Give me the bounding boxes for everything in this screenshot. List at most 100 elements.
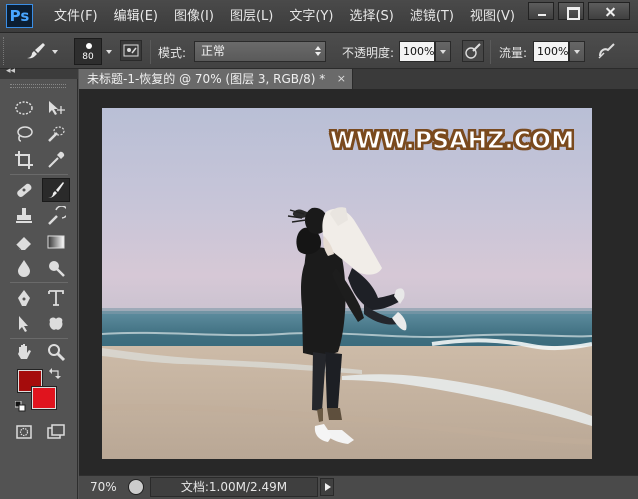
type-tool[interactable] (42, 286, 70, 310)
status-info-icon[interactable] (128, 479, 144, 495)
brush-size-value: 80 (82, 52, 94, 62)
menu-type[interactable]: 文字(Y) (281, 0, 341, 33)
menu-image[interactable]: 图像(I) (166, 0, 222, 33)
eyedropper-tool[interactable] (42, 148, 70, 172)
menu-file[interactable]: 文件(F) (46, 0, 106, 33)
blur-tool[interactable] (10, 256, 38, 280)
close-tab-icon[interactable]: × (337, 69, 346, 89)
menu-view[interactable]: 视图(V) (462, 0, 523, 33)
flow-label: 流量: (499, 46, 528, 60)
crop-tool[interactable] (10, 148, 38, 172)
zoom-level[interactable]: 70% (90, 480, 117, 494)
maximize-button[interactable] (558, 2, 584, 20)
opacity-pressure-button[interactable] (462, 40, 484, 62)
healing-brush-tool[interactable] (10, 178, 38, 202)
window-controls (528, 2, 630, 20)
default-colors-icon[interactable] (15, 401, 26, 412)
path-selection-tool[interactable] (10, 312, 38, 336)
brush-preset-icon[interactable] (24, 42, 46, 60)
eraser-icon (15, 237, 31, 251)
screen-mode-button[interactable] (42, 420, 70, 444)
screen-mode-icon (47, 424, 65, 439)
tools-panel-grip[interactable] (10, 84, 66, 88)
background-color-swatch[interactable] (31, 386, 57, 410)
brush-panel-button[interactable] (120, 40, 142, 61)
gradient-tool[interactable] (42, 230, 70, 254)
path-selection-icon (19, 316, 28, 332)
droplet-icon (18, 260, 30, 277)
bandage-icon (17, 183, 32, 197)
brush-tool[interactable] (42, 178, 70, 202)
move-tool[interactable] (42, 96, 70, 120)
brush-size-dropdown-icon[interactable] (106, 50, 112, 54)
brush-panel-icon (123, 44, 139, 57)
pressure-opacity-icon (465, 43, 481, 59)
stamp-icon (16, 208, 32, 223)
lasso-icon (17, 126, 33, 142)
blend-mode-value: 正常 (201, 44, 226, 58)
type-icon (48, 290, 64, 306)
options-separator (150, 40, 151, 64)
magnifier-icon (48, 344, 66, 362)
pen-tool[interactable] (10, 286, 38, 310)
opacity-dropdown-button[interactable] (435, 41, 451, 62)
menu-edit[interactable]: 编辑(E) (106, 0, 166, 33)
document-info[interactable]: 文档:1.00M/2.49M (150, 477, 318, 497)
updown-arrows-icon (315, 46, 321, 56)
dodge-icon (49, 261, 65, 277)
brush-tip-icon (86, 43, 92, 49)
chevron-down-icon (574, 50, 580, 54)
menu-select[interactable]: 选择(S) (341, 0, 401, 33)
shape-icon (49, 317, 63, 330)
clone-stamp-tool[interactable] (10, 204, 38, 228)
hand-icon (18, 344, 31, 359)
tools-separator (10, 174, 68, 175)
mode-label: 模式: (158, 46, 187, 60)
flow-dropdown-button[interactable] (569, 41, 585, 62)
swap-colors-icon[interactable] (49, 367, 61, 379)
history-brush-icon (48, 206, 66, 225)
history-brush-tool[interactable] (42, 204, 70, 228)
collapse-panel-icon[interactable]: ◂◂ (6, 66, 15, 76)
lasso-tool[interactable] (10, 122, 38, 146)
opacity-input[interactable]: 100% (399, 41, 435, 62)
status-menu-arrow-icon[interactable] (320, 478, 334, 496)
quick-selection-tool[interactable] (42, 122, 70, 146)
minimize-button[interactable] (528, 2, 554, 20)
quick-mask-button[interactable] (10, 420, 38, 444)
document-tab-title: 未标题-1-恢复的 @ 70% (图层 3, RGB/8) * (87, 72, 326, 86)
blend-mode-select[interactable]: 正常 (194, 41, 326, 62)
eyedropper-icon (48, 151, 65, 168)
brush-preset-dropdown-icon[interactable] (52, 50, 58, 54)
opacity-label: 不透明度: (342, 46, 395, 60)
document-tab[interactable]: 未标题-1-恢复的 @ 70% (图层 3, RGB/8) * × (79, 69, 353, 89)
close-window-button[interactable] (588, 2, 630, 20)
tools-separator (10, 282, 68, 283)
marquee-tool[interactable] (10, 96, 38, 120)
zoom-tool[interactable] (42, 340, 70, 364)
tools-panel-header[interactable]: ◂◂ (0, 66, 78, 79)
custom-shape-tool[interactable] (42, 312, 70, 336)
chevron-down-icon (440, 50, 446, 54)
brush-icon (48, 182, 64, 198)
pen-icon (18, 290, 30, 306)
menu-filter[interactable]: 滤镜(T) (402, 0, 462, 33)
watermark-text: WWW.PSAHZ.COM (330, 128, 575, 155)
menu-layer[interactable]: 图层(L) (222, 0, 281, 33)
quick-mask-icon (16, 425, 32, 439)
gradient-icon (47, 235, 65, 249)
flow-input[interactable]: 100% (533, 41, 569, 62)
options-bar-grip[interactable] (3, 37, 7, 65)
airbrush-button[interactable] (596, 40, 618, 62)
marquee-icon (15, 101, 33, 115)
move-icon (49, 101, 65, 115)
quick-selection-icon (48, 126, 65, 142)
hand-tool[interactable] (10, 340, 38, 364)
dodge-tool[interactable] (42, 256, 70, 280)
document-canvas[interactable]: WWW.PSAHZ.COM (102, 108, 592, 459)
main-menu: 文件(F) 编辑(E) 图像(I) 图层(L) 文字(Y) 选择(S) 滤镜(T… (46, 0, 523, 33)
airbrush-icon (598, 43, 615, 59)
eraser-tool[interactable] (10, 230, 38, 254)
brush-size-picker[interactable]: 80 (74, 38, 102, 65)
options-separator (490, 40, 491, 64)
